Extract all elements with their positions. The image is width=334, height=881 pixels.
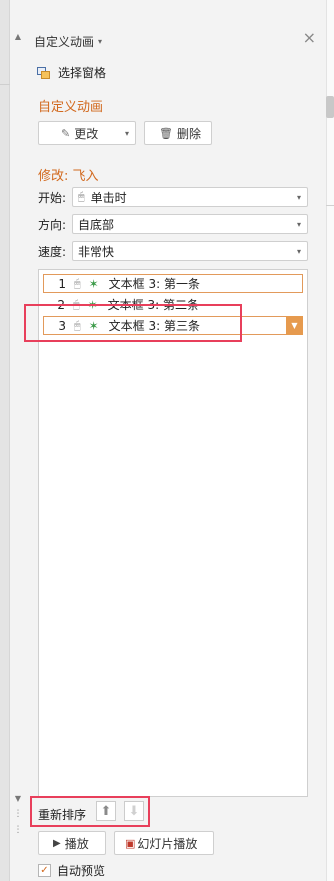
left-edge-strip xyxy=(0,0,10,881)
mouse-icon: 🖱 xyxy=(74,276,81,290)
play-button[interactable]: ▶ 播放 xyxy=(38,831,106,855)
direction-row: 方向: 自底部 ▾ xyxy=(38,214,308,234)
chevron-down-icon: ▾ xyxy=(124,128,129,138)
modify-heading: 修改: 飞入 xyxy=(38,169,99,184)
start-value: 单击时 xyxy=(90,190,127,205)
play-icon: ▶ xyxy=(53,837,61,849)
resize-handle-icon[interactable]: ⋮ xyxy=(10,810,26,819)
slideshow-button-label: 幻灯片播放 xyxy=(137,836,198,851)
scroll-up-icon[interactable]: ▲ xyxy=(10,32,26,41)
auto-preview-checkbox[interactable]: ✓ xyxy=(38,864,51,877)
resize-handle-icon[interactable]: ⋮ xyxy=(10,826,26,835)
animation-label: 文本框 3: 第一条 xyxy=(108,277,200,291)
speed-label: 速度: xyxy=(38,244,67,259)
start-label: 开始: xyxy=(38,190,67,205)
delete-button-label: 删除 xyxy=(176,126,201,141)
right-scrollbar[interactable] xyxy=(326,0,334,881)
chevron-down-icon: ▾ xyxy=(296,192,301,202)
chevron-down-icon: ▾ xyxy=(296,219,301,229)
change-button-label: 更改 xyxy=(74,126,99,141)
slideshow-button[interactable]: ▣ 幻灯片播放 xyxy=(114,831,214,855)
highlight-box xyxy=(24,304,242,342)
highlight-box xyxy=(30,796,150,827)
speed-select[interactable]: 非常快 ▾ xyxy=(72,241,308,261)
auto-preview-toggle[interactable]: ✓ 自动预览 xyxy=(38,862,105,879)
custom-animation-pane: 自定义动画 ▾ × 选择窗格 自定义动画 ✎ 更改 ▾ 🗑 删除 修改: 飞入 … xyxy=(24,26,324,881)
divider xyxy=(0,84,10,85)
start-row: 开始: 🖱 单击时 ▾ xyxy=(38,187,308,207)
change-effect-button[interactable]: ✎ 更改 ▾ xyxy=(38,121,136,145)
speed-row: 速度: 非常快 ▾ xyxy=(38,241,308,261)
selection-pane-label: 选择窗格 xyxy=(58,66,107,80)
custom-animation-heading: 自定义动画 xyxy=(38,100,104,115)
right-scrollbar-thumb[interactable] xyxy=(326,96,334,118)
play-button-label: 播放 xyxy=(64,836,89,851)
scroll-down-icon[interactable]: ▼ xyxy=(10,794,26,803)
pane-title: 自定义动画 xyxy=(34,35,95,49)
selection-pane-button[interactable]: 选择窗格 xyxy=(36,64,106,81)
slideshow-icon: ▣ xyxy=(125,836,136,850)
animation-item[interactable]: 1 🖱 ✶ 文本框 3: 第一条 xyxy=(43,274,303,293)
animation-number: 1 xyxy=(58,276,66,291)
direction-value: 自底部 xyxy=(78,217,115,232)
pencil-icon: ✎ xyxy=(61,126,71,140)
fly-in-effect-icon: ✶ xyxy=(88,276,99,291)
pane-title-menu[interactable]: 自定义动画 ▾ xyxy=(34,33,102,50)
mouse-icon: 🖱 xyxy=(78,190,85,203)
start-select[interactable]: 🖱 单击时 ▾ xyxy=(72,187,308,207)
direction-select[interactable]: 自底部 ▾ xyxy=(72,214,308,234)
pane-scroll-column: ▲ ▼ ⋮ ⋮ xyxy=(10,28,26,848)
item-dropdown-icon[interactable]: ▼ xyxy=(286,316,303,335)
direction-label: 方向: xyxy=(38,217,67,232)
trash-icon: 🗑 xyxy=(159,126,173,140)
divider xyxy=(326,205,334,206)
selection-pane-icon xyxy=(36,65,52,81)
close-icon[interactable]: × xyxy=(303,30,316,46)
speed-value: 非常快 xyxy=(78,244,115,259)
animation-list[interactable]: 1 🖱 ✶ 文本框 3: 第一条 2 🖱 ✶ 文本框 3: 第二条 3 🖱 ✶ … xyxy=(38,269,308,797)
delete-button[interactable]: 🗑 删除 xyxy=(144,121,212,145)
chevron-down-icon: ▾ xyxy=(98,37,103,46)
auto-preview-label: 自动预览 xyxy=(57,864,106,878)
chevron-down-icon: ▾ xyxy=(296,246,301,256)
